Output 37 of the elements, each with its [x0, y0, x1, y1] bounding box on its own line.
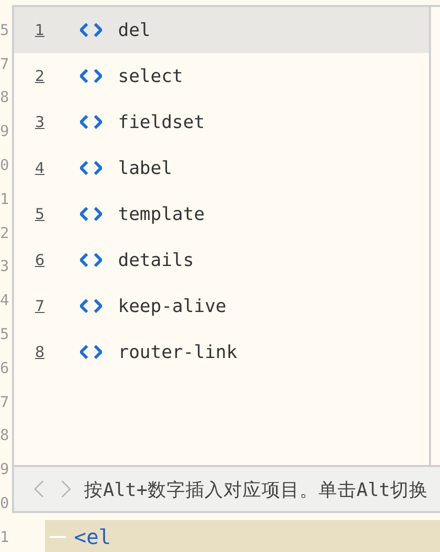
completion-item[interactable]: 7 keep-alive: [14, 283, 429, 329]
line-number: 7: [0, 392, 10, 413]
completion-item[interactable]: 3 fieldset: [14, 99, 429, 145]
line-number: 3: [0, 256, 10, 278]
line-number: 9: [0, 121, 10, 142]
line-number: 2: [0, 222, 10, 244]
completion-item[interactable]: 5 template: [14, 191, 429, 237]
completion-item[interactable]: 1 del: [14, 7, 429, 53]
completion-item[interactable]: 6 details: [14, 237, 429, 283]
tag-icon: [80, 345, 102, 359]
code-line: <el: [74, 524, 112, 549]
completion-item[interactable]: 2 select: [14, 53, 429, 99]
hint-text: 按Alt+数字插入对应项目。单击Alt切换: [84, 478, 428, 502]
tag-icon: [80, 115, 102, 129]
line-number: 1: [0, 526, 10, 548]
line-number: 0: [0, 493, 10, 514]
line-number: 8: [0, 87, 10, 108]
tag-icon: [80, 207, 102, 221]
completion-item[interactable]: 4 label: [14, 145, 429, 191]
line-number: 8: [0, 425, 10, 446]
line-number: 4: [0, 290, 10, 312]
line-number: 5: [0, 324, 10, 346]
line-number: 9: [0, 459, 10, 480]
line-number: 6: [0, 358, 10, 379]
caret-line-marker: [50, 536, 66, 538]
line-number: 7: [0, 54, 10, 75]
chevron-left-icon[interactable]: [34, 480, 44, 498]
tag-icon: [80, 299, 102, 313]
tag-icon: [80, 161, 102, 175]
line-number: 0: [0, 155, 10, 176]
tag-icon: [80, 23, 102, 37]
tag-icon: [80, 69, 102, 83]
completion-item[interactable]: 8 router-link: [14, 329, 429, 375]
line-number: 5: [0, 20, 10, 41]
tag-icon: [80, 253, 102, 267]
chevron-right-icon[interactable]: [61, 480, 71, 498]
line-number: 1: [0, 188, 10, 210]
